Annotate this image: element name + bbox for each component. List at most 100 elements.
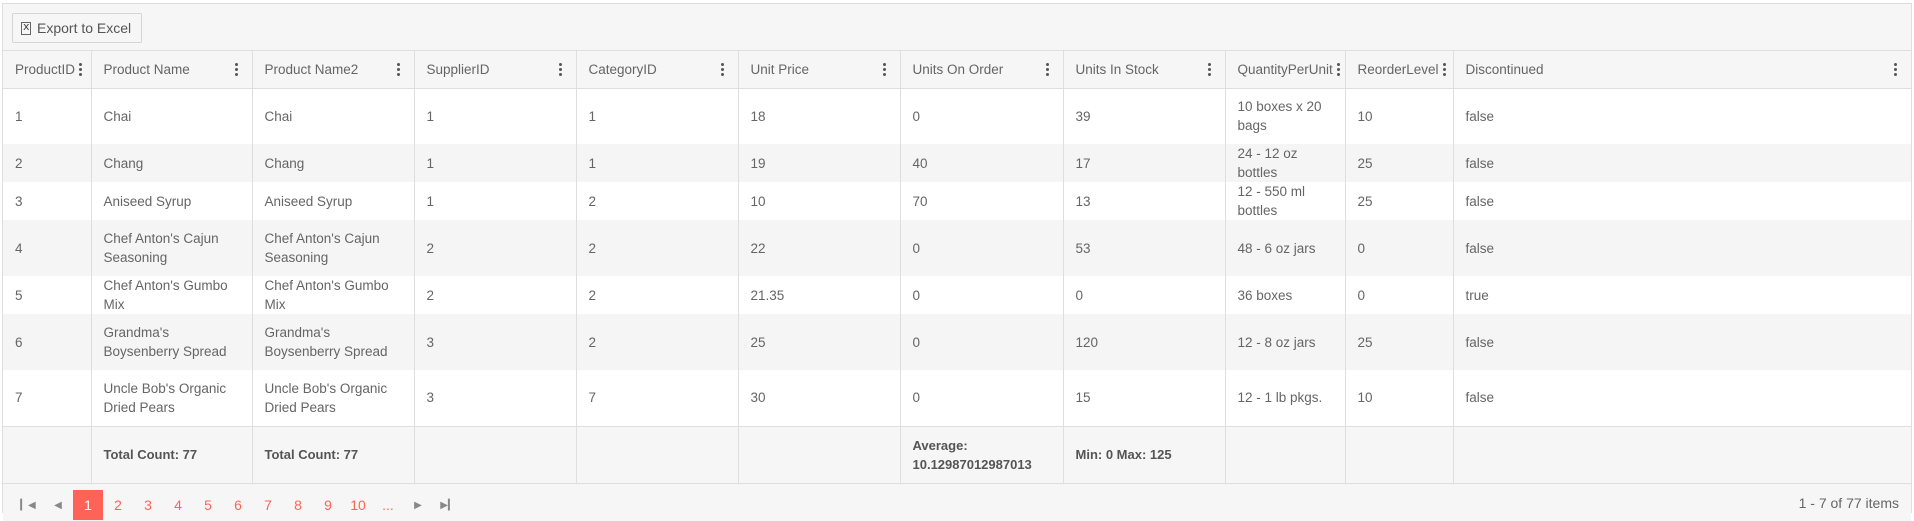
column-menu-icon[interactable] bbox=[393, 61, 404, 78]
table-cell: 1 bbox=[576, 144, 739, 182]
page-number-button[interactable]: 7 bbox=[253, 490, 283, 520]
column-menu-icon[interactable] bbox=[75, 61, 86, 78]
column-menu-icon[interactable] bbox=[1439, 61, 1450, 78]
column-menu-icon[interactable] bbox=[1333, 61, 1344, 78]
table-cell: 15 bbox=[1063, 370, 1226, 426]
table-cell: 36 boxes bbox=[1225, 276, 1346, 314]
table-cell: 10 bbox=[1345, 88, 1454, 144]
table-cell: 21.35 bbox=[738, 276, 901, 314]
column-header-label: Product Name2 bbox=[264, 61, 359, 77]
column-header[interactable]: Product Name bbox=[91, 51, 253, 89]
column-menu-icon[interactable] bbox=[879, 61, 890, 78]
footer-aggregate-cell bbox=[576, 425, 739, 483]
table-cell: false bbox=[1453, 220, 1911, 276]
first-page-icon[interactable]: ▎◀ bbox=[13, 490, 43, 520]
column-header[interactable]: ProductID bbox=[3, 51, 92, 89]
column-menu-icon[interactable] bbox=[1204, 61, 1215, 78]
page-number-button[interactable]: 6 bbox=[223, 490, 253, 520]
excel-file-icon bbox=[21, 20, 31, 35]
column-header[interactable]: Units On Order bbox=[900, 51, 1064, 89]
page-number-button[interactable]: ... bbox=[373, 490, 403, 520]
column-header[interactable]: SupplierID bbox=[414, 51, 577, 89]
footer-aggregate-cell bbox=[1453, 425, 1911, 483]
column-header[interactable]: CategoryID bbox=[576, 51, 739, 89]
column-menu-icon[interactable] bbox=[231, 61, 242, 78]
column-header[interactable]: Units In Stock bbox=[1063, 51, 1226, 89]
table-cell: false bbox=[1465, 390, 1495, 406]
column-menu-icon[interactable] bbox=[717, 61, 728, 78]
column-header-label: Units In Stock bbox=[1075, 61, 1159, 77]
column-menu-icon[interactable] bbox=[1890, 61, 1901, 78]
footer-aggregate-cell: Total Count: 77 bbox=[252, 425, 415, 483]
table-row[interactable]: 5 Chef Anton's Gumbo Mix Chef Anton's Gumb… bbox=[3, 276, 1911, 314]
table-row[interactable]: 4 Chef Anton's Cajun Seasoning Chef Anton'… bbox=[3, 220, 1911, 276]
table-cell: 30 bbox=[738, 370, 901, 426]
page-number-button[interactable]: 9 bbox=[313, 490, 343, 520]
table-cell: 10 bbox=[1345, 370, 1454, 426]
table-cell: true bbox=[1465, 287, 1489, 303]
table-cell: Chef Anton's Gumbo Mix bbox=[91, 276, 253, 314]
column-header[interactable]: Product Name2 bbox=[252, 51, 415, 89]
page-number-button[interactable]: 8 bbox=[283, 490, 313, 520]
footer-aggregate-cell bbox=[1225, 425, 1346, 483]
table-cell: 1 bbox=[414, 182, 577, 220]
footer-aggregate-cell: Total Count: 77 bbox=[91, 425, 253, 483]
table-cell: 7 bbox=[3, 370, 92, 426]
page-number-button[interactable]: 4 bbox=[163, 490, 193, 520]
table-cell: 4 bbox=[3, 220, 92, 276]
next-page-icon[interactable]: ▶ bbox=[403, 490, 433, 520]
page-number-button[interactable]: 2 bbox=[103, 490, 133, 520]
footer-aggregate-cell: Min: 0 Max: 125 bbox=[1063, 425, 1226, 483]
last-page-icon[interactable]: ▶▎ bbox=[433, 490, 463, 520]
table-cell: false bbox=[1453, 144, 1911, 182]
table-cell: 10 boxes x 20 bags bbox=[1225, 88, 1346, 144]
page-number-button[interactable]: 3 bbox=[133, 490, 163, 520]
grid-pager: ▎◀ ◀ 1 2 3 4 5 6 7 8 9 10... ▶ ▶▎ 1 - 7 of 77 ite… bbox=[3, 483, 1911, 521]
column-header-label: Discontinued bbox=[1465, 61, 1544, 77]
table-cell: Uncle Bob's Organic Dried Pears bbox=[91, 370, 253, 426]
column-header[interactable]: QuantityPerUnit bbox=[1225, 51, 1346, 89]
table-row[interactable]: 1 Chai Chai 1 1 18 0 39 10 boxes x 20 bags 10 fals… bbox=[3, 88, 1911, 144]
column-header[interactable]: Discontinued bbox=[1453, 51, 1911, 89]
column-header-label: QuantityPerUnit bbox=[1237, 61, 1333, 77]
column-header-label: Product Name bbox=[103, 61, 190, 77]
table-cell: 0 bbox=[900, 88, 1064, 144]
table-row[interactable]: 7 Uncle Bob's Organic Dried Pears Uncle Bo… bbox=[3, 370, 1911, 426]
table-cell: 0 bbox=[900, 314, 1064, 370]
footer-aggregate-cell bbox=[3, 425, 92, 483]
table-cell: 1 bbox=[414, 144, 577, 182]
column-menu-icon[interactable] bbox=[1042, 61, 1053, 78]
grid-body: 1 Chai Chai 1 1 18 0 39 10 boxes x 20 bags 10 fals… bbox=[3, 88, 1911, 426]
column-header[interactable]: ReorderLevel bbox=[1345, 51, 1454, 89]
page-number-button[interactable]: 10 bbox=[343, 490, 373, 520]
table-row[interactable]: 2 Chang Chang 1 1 19 40 17 24 - 12 oz bottles 25 f… bbox=[3, 144, 1911, 182]
prev-page-icon[interactable]: ◀ bbox=[43, 490, 73, 520]
column-header-label: SupplierID bbox=[426, 61, 490, 77]
table-cell: Aniseed Syrup bbox=[252, 182, 415, 220]
table-cell: 24 - 12 oz bottles bbox=[1225, 144, 1346, 182]
table-cell: Chang bbox=[252, 144, 415, 182]
footer-aggregate-cell bbox=[738, 425, 901, 483]
table-cell: 39 bbox=[1063, 88, 1226, 144]
table-cell: 48 - 6 oz jars bbox=[1225, 220, 1346, 276]
export-to-excel-button[interactable]: Export to Excel bbox=[12, 13, 143, 43]
table-cell: 0 bbox=[900, 370, 1064, 426]
page-number-button[interactable]: 5 bbox=[193, 490, 223, 520]
table-cell: 18 bbox=[738, 88, 901, 144]
table-cell: Grandma's Boysenberry Spread bbox=[91, 314, 253, 370]
page-number-button[interactable]: 1 bbox=[73, 490, 103, 520]
table-cell: 2 bbox=[576, 276, 739, 314]
table-cell: false bbox=[1465, 108, 1495, 124]
table-cell: 2 bbox=[576, 314, 739, 370]
table-row[interactable]: 6 Grandma's Boysenberry Spread Grandma's B… bbox=[3, 314, 1911, 370]
table-cell: Chai bbox=[252, 88, 415, 144]
column-menu-icon[interactable] bbox=[555, 61, 566, 78]
table-cell: 0 bbox=[900, 276, 1064, 314]
table-cell: false bbox=[1465, 193, 1495, 209]
column-header[interactable]: Unit Price bbox=[738, 51, 901, 89]
table-cell: 12 - 8 oz jars bbox=[1225, 314, 1346, 370]
table-cell: 0 bbox=[1063, 276, 1226, 314]
column-header-label: Units On Order bbox=[912, 61, 1004, 77]
table-row[interactable]: 3 Aniseed Syrup Aniseed Syrup 1 2 10 70 13 12 - … bbox=[3, 182, 1911, 220]
table-cell: 25 bbox=[1345, 182, 1454, 220]
